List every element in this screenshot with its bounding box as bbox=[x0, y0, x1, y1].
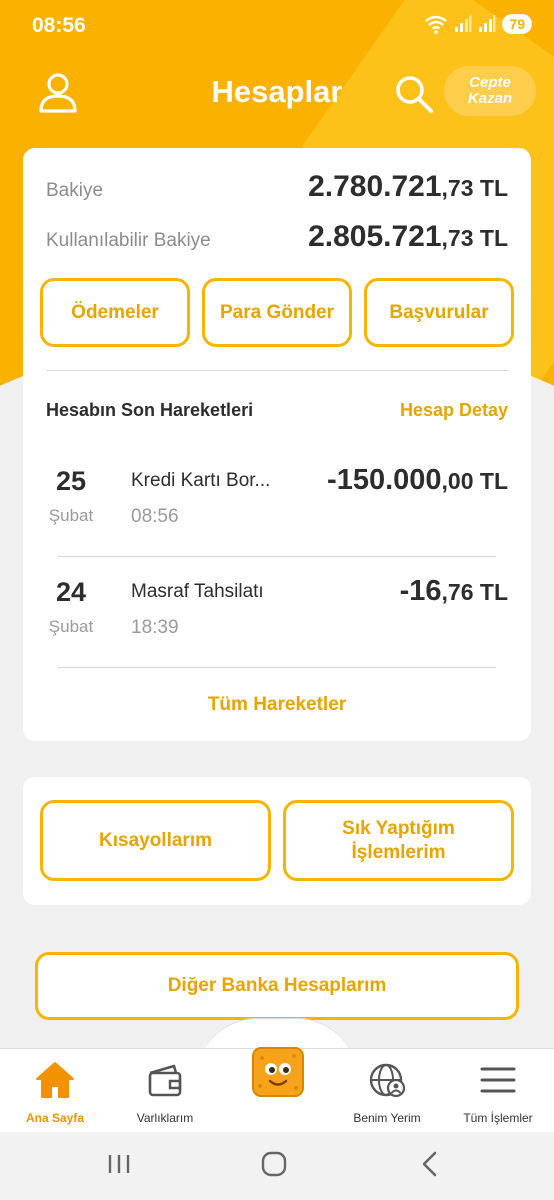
mascot-icon[interactable] bbox=[250, 1044, 306, 1100]
account-detail-link[interactable]: Hesap Detay bbox=[400, 400, 508, 421]
search-icon[interactable] bbox=[392, 72, 436, 116]
battery-badge: 79 bbox=[502, 14, 532, 34]
available-balance-label: Kullanılabilir Bakiye bbox=[46, 230, 211, 251]
transaction-time: 08:56 bbox=[131, 506, 179, 527]
menu-icon bbox=[480, 1067, 516, 1093]
signal-icon-2 bbox=[479, 15, 496, 32]
transaction-row[interactable]: 24 Şubat Masraf Tahsilatı 18:39 -16,76 T… bbox=[23, 557, 531, 667]
available-balance-main: 2.805.721 bbox=[308, 220, 442, 253]
transaction-time: 18:39 bbox=[131, 617, 179, 638]
wallet-icon bbox=[148, 1064, 182, 1097]
nav-assets[interactable]: Varlıklarım bbox=[110, 1061, 220, 1125]
globe-user-icon bbox=[369, 1063, 406, 1098]
transaction-amount-frac: ,76 TL bbox=[441, 579, 508, 605]
status-bar: 08:56 79 bbox=[0, 0, 554, 52]
transaction-month: Şubat bbox=[48, 506, 94, 525]
balance-row: Bakiye 2.780.721,73 TL bbox=[46, 170, 508, 204]
nav-all-transactions-label: Tüm İşlemler bbox=[463, 1111, 533, 1125]
transaction-row[interactable]: 25 Şubat Kredi Kartı Bor... 08:56 -150.0… bbox=[23, 446, 531, 556]
signal-icon bbox=[455, 15, 472, 32]
send-money-button[interactable]: Para Gönder bbox=[202, 278, 352, 347]
transaction-description: Masraf Tahsilatı bbox=[131, 581, 264, 602]
applications-button[interactable]: Başvurular bbox=[364, 278, 514, 347]
system-nav-bar bbox=[0, 1132, 554, 1200]
payments-button[interactable]: Ödemeler bbox=[40, 278, 190, 347]
balance-value: 2.780.721,73 TL bbox=[308, 170, 508, 204]
available-balance-row: Kullanılabilir Bakiye 2.805.721,73 TL bbox=[46, 220, 508, 254]
status-icons: 79 bbox=[424, 14, 532, 34]
transaction-day: 25 bbox=[55, 466, 87, 496]
other-bank-accounts-button[interactable]: Diğer Banka Hesaplarım bbox=[35, 952, 519, 1020]
nav-my-place-label: Benim Yerim bbox=[353, 1111, 421, 1125]
all-transactions-link[interactable]: Tüm Hareketler bbox=[23, 694, 531, 716]
available-balance-value: 2.805.721,73 TL bbox=[308, 220, 508, 254]
frequent-transactions-button[interactable]: Sık Yaptığım İşlemlerim bbox=[283, 800, 514, 881]
cepte-kazan-button[interactable]: Cepte Kazan bbox=[444, 66, 536, 116]
nav-home[interactable]: Ana Sayfa bbox=[0, 1061, 110, 1125]
nav-all-transactions[interactable]: Tüm İşlemler bbox=[443, 1061, 553, 1125]
cepte-kazan-line2: Kazan bbox=[467, 90, 513, 107]
frequent-transactions-line2: İşlemlerim bbox=[351, 841, 446, 863]
wifi-icon bbox=[425, 15, 448, 34]
nav-home-label: Ana Sayfa bbox=[25, 1111, 85, 1125]
divider bbox=[46, 370, 508, 371]
divider bbox=[58, 667, 496, 668]
recent-apps-icon[interactable] bbox=[106, 1150, 132, 1178]
transaction-month: Şubat bbox=[48, 617, 94, 636]
available-balance-frac: ,73 TL bbox=[441, 225, 508, 251]
balance-label: Bakiye bbox=[46, 180, 104, 201]
section-title: Hesabın Son Hareketleri bbox=[46, 400, 254, 420]
frequent-transactions-line1: Sık Yaptığım bbox=[342, 817, 455, 839]
nav-assets-label: Varlıklarım bbox=[136, 1111, 194, 1125]
transaction-amount-main: -150.000 bbox=[327, 464, 442, 496]
top-bar: Hesaplar Cepte Kazan bbox=[0, 58, 554, 128]
balance-frac: ,73 TL bbox=[441, 175, 508, 201]
nav-my-place[interactable]: Benim Yerim bbox=[332, 1061, 442, 1125]
back-icon[interactable] bbox=[418, 1150, 442, 1178]
transaction-description: Kredi Kartı Bor... bbox=[131, 470, 271, 491]
balance-main: 2.780.721 bbox=[308, 170, 442, 203]
home-icon bbox=[36, 1062, 74, 1098]
transaction-amount: -16,76 TL bbox=[400, 575, 508, 608]
cepte-kazan-line1: Cepte bbox=[469, 74, 511, 91]
home-button-icon[interactable] bbox=[260, 1150, 288, 1178]
transaction-day: 24 bbox=[55, 577, 87, 607]
transaction-amount-main: -16 bbox=[399, 575, 442, 607]
transaction-amount: -150.000,00 TL bbox=[327, 464, 508, 497]
balance-card: Bakiye 2.780.721,73 TL Kullanılabilir Ba… bbox=[23, 148, 531, 741]
shortcuts-button[interactable]: Kısayollarım bbox=[40, 800, 271, 881]
transaction-amount-frac: ,00 TL bbox=[441, 468, 508, 494]
shortcut-card: Kısayollarım Sık Yaptığım İşlemlerim bbox=[23, 777, 531, 905]
status-time: 08:56 bbox=[32, 14, 86, 37]
